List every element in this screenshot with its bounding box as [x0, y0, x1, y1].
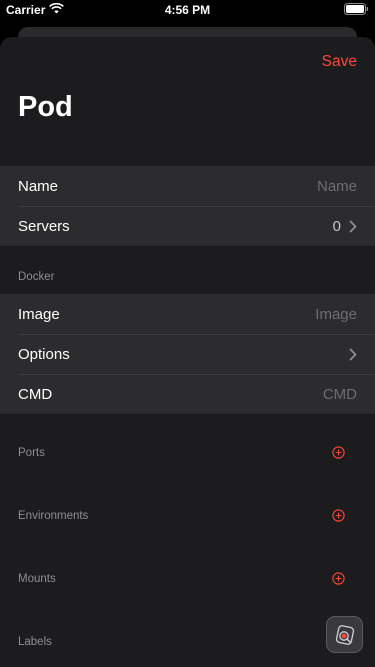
servers-count: 0 [332, 217, 341, 235]
status-time: 4:56 PM [164, 3, 211, 17]
battery-icon [344, 3, 369, 18]
plus-circle-icon [332, 572, 345, 585]
servers-row[interactable]: Servers 0 [0, 206, 375, 246]
status-right [344, 3, 369, 18]
modal-sheet: Save Pod Name Servers 0 Docker Image O [0, 37, 375, 667]
name-row[interactable]: Name [0, 166, 375, 206]
section-header-labels: Labels [18, 636, 52, 648]
screen: Carrier 4:56 PM Save Pod Name Name Serve… [0, 0, 375, 667]
options-label: Options [18, 345, 70, 363]
plus-circle-icon [332, 509, 345, 522]
cmd-row[interactable]: CMD [0, 374, 375, 414]
image-field[interactable] [207, 305, 357, 323]
cmd-field[interactable] [207, 385, 357, 403]
section-header-environments: Environments [18, 510, 89, 522]
status-bar: Carrier 4:56 PM [0, 0, 375, 20]
general-group: Name Servers 0 [0, 166, 375, 246]
options-row[interactable]: Options [0, 334, 375, 374]
add-mount-button[interactable] [332, 572, 345, 585]
name-field[interactable] [207, 177, 357, 195]
floating-app-icon[interactable] [326, 616, 363, 653]
cmd-label: CMD [18, 385, 53, 403]
plus-circle-icon [332, 446, 345, 459]
section-header-mounts: Mounts [18, 573, 56, 585]
docker-group: Image Options CMD [0, 294, 375, 414]
chevron-right-icon [349, 220, 357, 233]
add-environment-button[interactable] [332, 509, 345, 522]
chevron-right-icon [349, 348, 357, 361]
image-row[interactable]: Image [0, 294, 375, 334]
servers-label: Servers [18, 217, 70, 235]
section-header-ports: Ports [18, 447, 45, 459]
save-button[interactable]: Save [322, 53, 357, 71]
feedback-app-icon [335, 624, 354, 645]
image-label: Image [18, 305, 60, 323]
section-header-docker: Docker [18, 271, 55, 283]
page-title: Pod [18, 91, 73, 123]
add-port-button[interactable] [332, 446, 345, 459]
name-label: Name [18, 177, 59, 195]
